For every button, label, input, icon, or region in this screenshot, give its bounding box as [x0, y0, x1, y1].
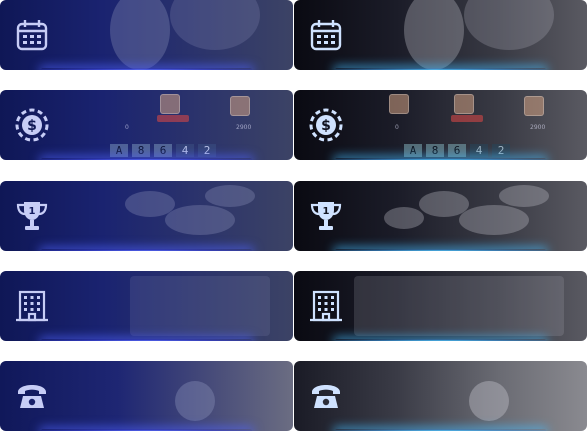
dollar-chip-icon: $ [14, 107, 50, 143]
card-glow [41, 339, 252, 341]
card-glow [335, 429, 546, 431]
player-avatar [389, 94, 409, 114]
card-glow [41, 429, 252, 431]
trophy-icon: 1 [14, 198, 50, 234]
card-strip: A 8 6 4 2 [404, 144, 510, 157]
svg-text:1: 1 [29, 206, 36, 217]
card-glow [335, 339, 546, 341]
poker-table-card-hover[interactable]: 0 2900 $ A 8 6 4 2 [294, 90, 587, 160]
row-poker-table: 0 2900 $ A 8 6 4 2 0 2900 $ A 8 6 4 2 [0, 90, 587, 160]
strip-card: 6 [448, 144, 466, 157]
player-avatar [160, 94, 180, 114]
strip-card: A [110, 144, 128, 157]
player-badge [157, 115, 189, 122]
events-card-default[interactable] [0, 0, 293, 70]
contact-card-hover[interactable] [294, 361, 587, 431]
player-score: 2900 [236, 124, 252, 131]
card-glow [41, 158, 252, 160]
building-icon [308, 288, 344, 324]
card-glow [335, 68, 546, 70]
player-score: 2900 [530, 124, 546, 131]
svg-text:$: $ [27, 118, 37, 134]
calendar-icon [14, 17, 50, 53]
strip-card: 4 [470, 144, 488, 157]
strip-card: 8 [426, 144, 444, 157]
player-avatar [454, 94, 474, 114]
strip-card: 6 [154, 144, 172, 157]
row-contact [0, 361, 587, 431]
card-glow [335, 249, 546, 251]
player-avatar [230, 96, 250, 116]
hotel-card-hover[interactable] [294, 271, 587, 341]
menu-card-grid: 0 2900 $ A 8 6 4 2 0 2900 $ A 8 6 4 2 1 … [0, 0, 587, 435]
svg-text:$: $ [321, 118, 331, 134]
calendar-icon [308, 17, 344, 53]
telephone-icon [308, 378, 344, 414]
telephone-icon [14, 378, 50, 414]
svg-text:1: 1 [323, 206, 330, 217]
hotel-card-default[interactable] [0, 271, 293, 341]
trophy-icon: 1 [308, 198, 344, 234]
tournaments-card-default[interactable]: 1 [0, 181, 293, 251]
building-icon [14, 288, 50, 324]
row-events [0, 0, 587, 70]
player-score: 0 [395, 124, 399, 131]
player-avatar [524, 96, 544, 116]
tournaments-card-hover[interactable]: 1 [294, 181, 587, 251]
contact-card-default[interactable] [0, 361, 293, 431]
card-glow [41, 68, 252, 70]
player-score: 0 [125, 124, 129, 131]
strip-card: 2 [198, 144, 216, 157]
player-badge [451, 115, 483, 122]
card-glow [335, 158, 546, 160]
poker-table-card-default[interactable]: 0 2900 $ A 8 6 4 2 [0, 90, 293, 160]
row-hotel [0, 271, 587, 341]
strip-card: A [404, 144, 422, 157]
strip-card: 2 [492, 144, 510, 157]
card-strip: A 8 6 4 2 [110, 144, 216, 157]
strip-card: 8 [132, 144, 150, 157]
row-tournaments: 1 1 [0, 181, 587, 251]
strip-card: 4 [176, 144, 194, 157]
card-glow [41, 249, 252, 251]
events-card-hover[interactable] [294, 0, 587, 70]
dollar-chip-icon: $ [308, 107, 344, 143]
